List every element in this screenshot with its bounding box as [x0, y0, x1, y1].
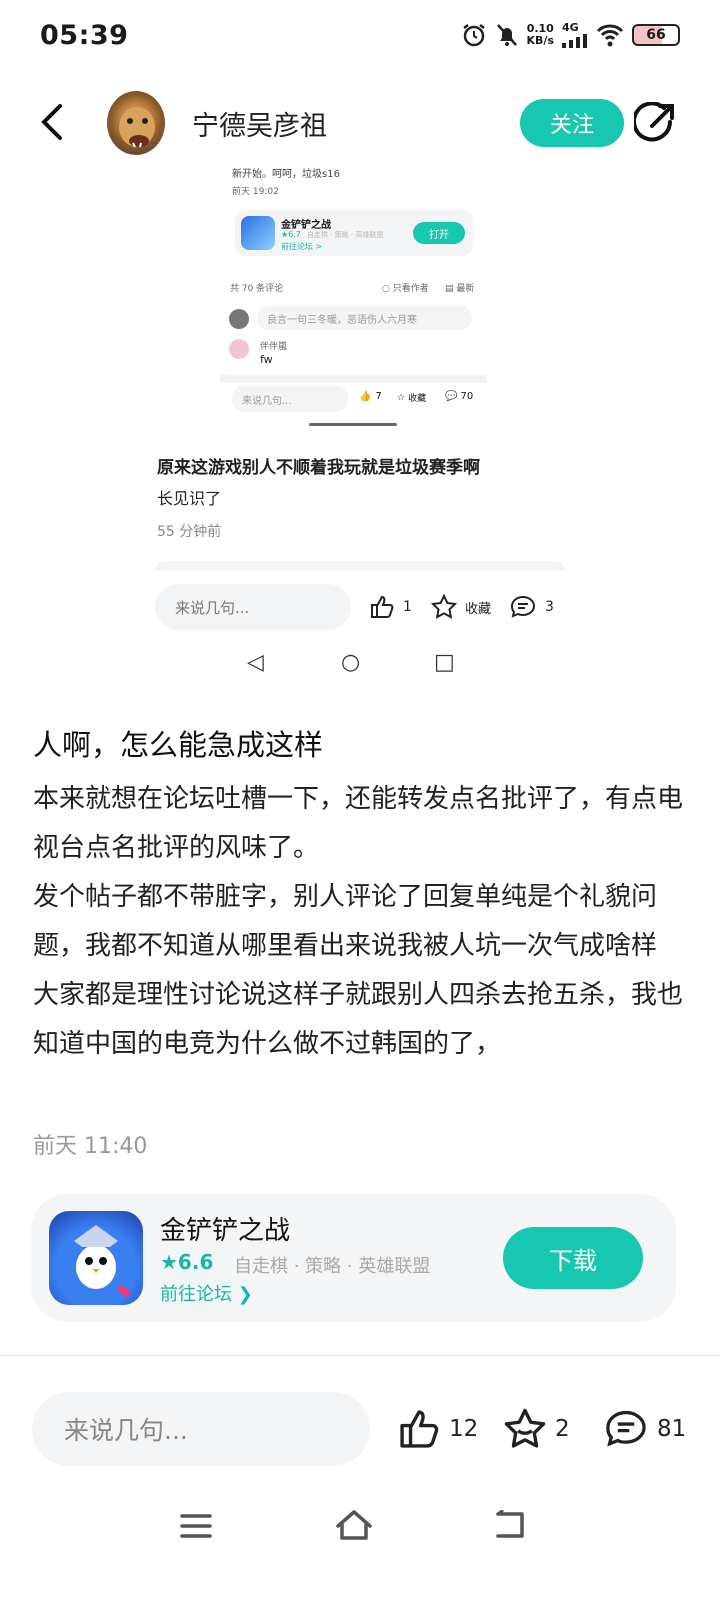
embed-mini-comments: 💬 70	[445, 391, 473, 402]
status-icons: 0.10 KB/s 4G 66	[461, 22, 680, 48]
comment-count: 81	[657, 1416, 687, 1442]
status-time: 05:39	[40, 20, 129, 51]
embed-mini-collect: ☆ 收藏	[397, 391, 427, 405]
post-paragraph: 大家都是理性讨论说这样子就跟别人四杀去抢五杀，我也知道中国的电竞为什么做不过韩国…	[33, 980, 684, 1059]
thumbs-up-icon	[400, 1410, 439, 1448]
network-speed-unit: KB/s	[526, 34, 554, 47]
go-to-forum-link[interactable]: 前往论坛 ❯	[160, 1280, 253, 1306]
post-paragraph: 本来就想在论坛吐槽一下，还能转发点名批评了，有点电视台点名批评的风味了。	[33, 784, 684, 863]
embed-commenter-name: 伴伴嵐	[260, 342, 288, 352]
embed-sort-latest: ▤ 最新	[445, 281, 474, 294]
favorite-button[interactable]: 2	[503, 1407, 570, 1451]
embed-sort-icon: ▤	[445, 284, 457, 294]
embed-app-forum: 前往论坛 >	[281, 242, 323, 251]
embed-drag-handle	[309, 423, 397, 426]
like-button[interactable]: 12	[397, 1407, 478, 1451]
embed-post-title: 原来这游戏别人不顺着我玩就是垃圾赛季啊	[157, 458, 480, 478]
comment-input[interactable]: 来说几句...	[32, 1392, 370, 1466]
comment-icon	[606, 1410, 646, 1447]
embed-commenter-avatar	[229, 339, 249, 359]
embed-user-avatar	[229, 309, 249, 329]
star-icon	[504, 1408, 546, 1448]
embed-comment-icon	[510, 595, 536, 618]
network-speed: 0.10 KB/s	[527, 23, 554, 47]
embed-mini-like-icon: 👍	[359, 391, 372, 402]
embed-input: 来说几句...	[155, 584, 351, 630]
back-icon[interactable]	[38, 102, 64, 142]
embed-comments: 3	[509, 594, 554, 620]
embed-recents-nav-icon: □	[434, 650, 455, 675]
embed-top-fragment: 新开始。呵呵，垃圾s16	[232, 169, 340, 180]
embed-comment-count: 3	[545, 599, 554, 615]
post-time: 前天 11:40	[33, 1134, 148, 1159]
favorite-count: 2	[555, 1416, 570, 1442]
embed-comment-text: fw	[260, 353, 273, 366]
app-card[interactable]: 金铲铲之战 ★6.6 自走棋 · 策略 · 英雄联盟 前往论坛 ❯ 下载	[31, 1194, 676, 1322]
share-icon[interactable]	[634, 102, 676, 144]
alarm-icon	[462, 24, 485, 47]
wifi-icon	[596, 24, 624, 47]
embed-card-edge	[155, 561, 565, 571]
embed-comment-input: 良言一句三冬暖，恶语伤人六月寒	[257, 306, 472, 330]
embedded-screenshot[interactable]: 新开始。呵呵，垃圾s16 前天 19:02 金铲铲之战 ★6.7 自走棋 · 策…	[137, 163, 584, 691]
embed-app-tags: 自走棋 · 策略 · 英雄联盟	[307, 231, 384, 239]
divider	[0, 1355, 720, 1356]
embed-like-count: 1	[403, 599, 412, 615]
penguin-mascot-icon	[74, 1225, 131, 1298]
embed-mini-like-count: 7	[375, 391, 382, 402]
embed-like: 1	[369, 594, 412, 620]
battery-indicator: 66	[632, 24, 680, 46]
mute-bell-icon	[496, 24, 517, 46]
embed-like-icon	[371, 595, 394, 618]
avatar[interactable]	[107, 91, 165, 155]
embed-home-nav-icon: ○	[341, 650, 361, 675]
comments-button[interactable]: 81	[603, 1407, 686, 1451]
embed-star-icon	[431, 594, 457, 619]
back-nav-icon[interactable]	[492, 1510, 528, 1540]
download-button[interactable]: 下载	[503, 1227, 643, 1289]
embed-back-nav-icon: ◁	[247, 650, 264, 675]
embed-mini-comment-icon: 💬	[445, 391, 458, 402]
embed-collect: 收藏	[431, 594, 491, 620]
post-body: 本来就想在论坛吐槽一下，还能转发点名批评了，有点电视台点名批评的风味了。 发个帖…	[33, 775, 683, 1069]
follow-button[interactable]: 关注	[520, 99, 624, 147]
dog-avatar-image	[119, 107, 155, 148]
menu-nav-icon[interactable]	[180, 1512, 212, 1540]
network-type: 4G	[562, 21, 579, 34]
home-nav-icon[interactable]	[334, 1508, 374, 1542]
cellular-signal: 4G	[562, 22, 588, 48]
embed-only-author: ○ 只看作者	[382, 284, 429, 294]
embed-comments-count: 共 70 条评论	[230, 284, 284, 294]
embed-mini-collect-label: 收藏	[408, 394, 427, 404]
embed-top-time: 前天 19:02	[232, 187, 279, 197]
signal-bars-icon	[562, 34, 587, 48]
post-paragraph: 发个帖子都不带脏字，别人评论了回复单纯是个礼貌问题，我都不知道从哪里看出来说我被…	[33, 882, 658, 961]
embed-post-body: 长见识了	[157, 489, 222, 508]
embed-mini-like: 👍 7	[359, 391, 382, 402]
embed-post-time: 55 分钟前	[157, 524, 222, 540]
app-tags: 自走棋 · 策略 · 英雄联盟	[234, 1256, 431, 1277]
like-count: 12	[449, 1416, 479, 1442]
username[interactable]: 宁德吴彦祖	[192, 104, 327, 143]
embed-app-icon	[241, 216, 275, 250]
embed-clipped-row	[220, 375, 486, 383]
embed-sort-latest-label: 最新	[456, 284, 475, 294]
embed-open-button: 打开	[413, 222, 465, 244]
embed-app-name: 金铲铲之战	[281, 220, 331, 231]
app-rating: ★6.6	[160, 1250, 214, 1274]
embed-app-rating: ★6.7	[281, 230, 301, 239]
embed-mini-star-icon: ☆	[397, 392, 406, 403]
embed-app-card: 金铲铲之战 ★6.7 自走棋 · 策略 · 英雄联盟 前往论坛 > 打开	[235, 210, 473, 256]
embed-collect-label: 收藏	[465, 601, 492, 617]
app-name: 金铲铲之战	[160, 1216, 291, 1246]
app-icon	[49, 1211, 143, 1305]
post-title: 人啊，怎么能急成这样	[33, 728, 324, 762]
embed-mini-input: 来说几句...	[232, 386, 348, 412]
embed-mini-comment-count: 70	[460, 391, 474, 402]
